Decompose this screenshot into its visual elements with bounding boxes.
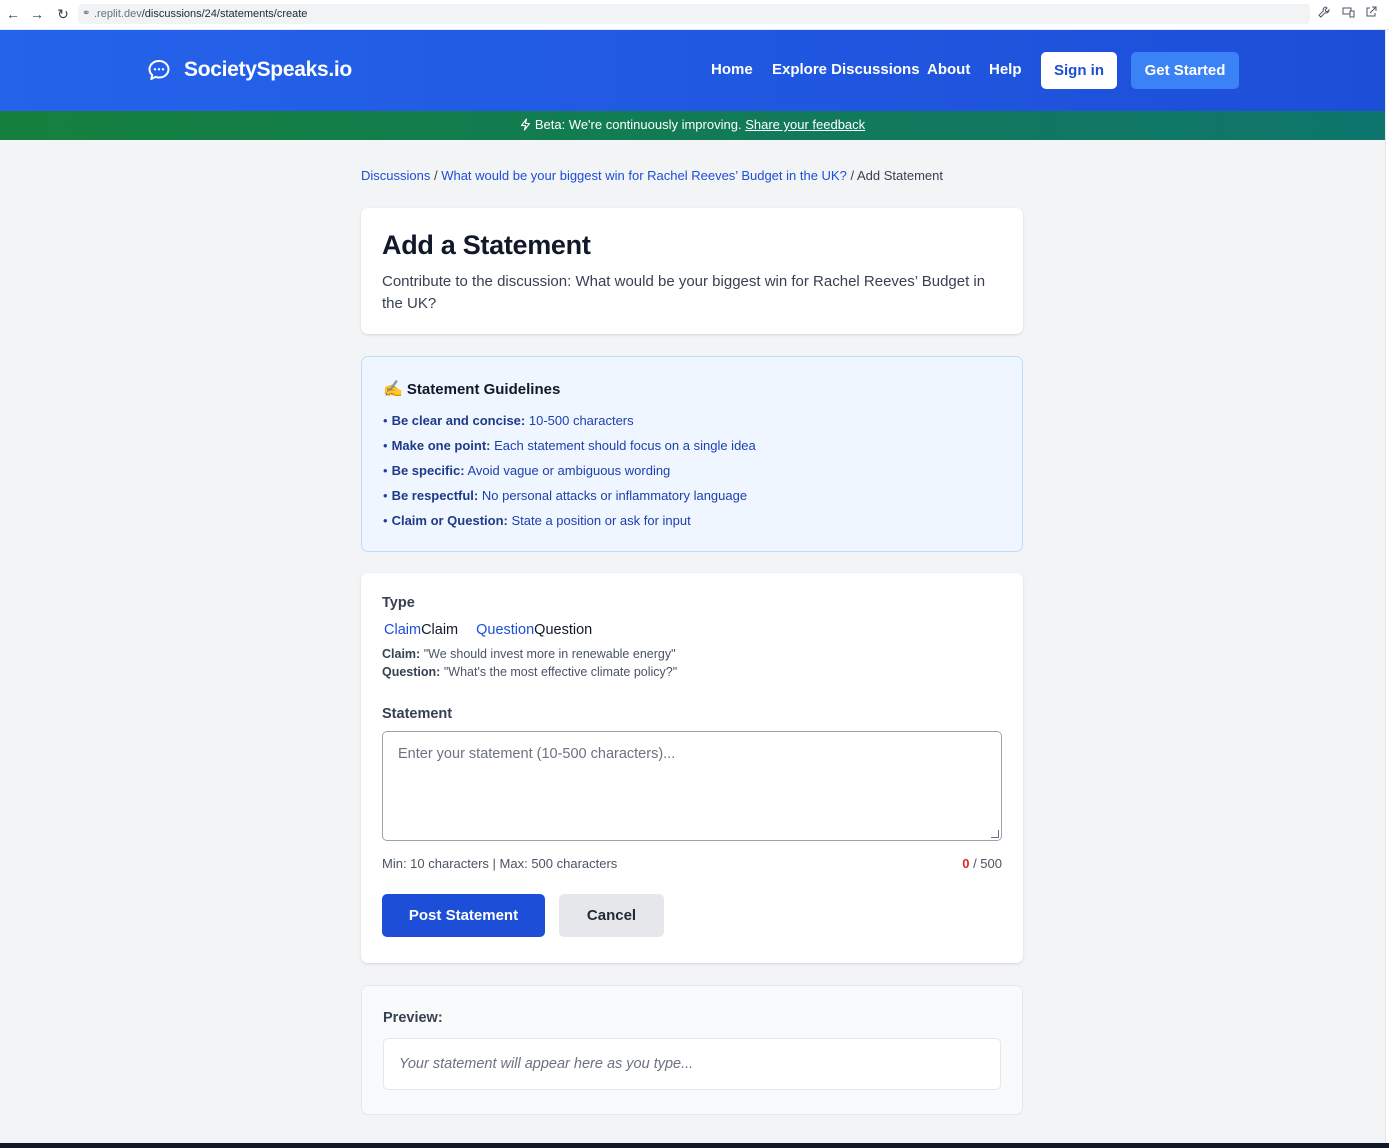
share-feedback-link[interactable]: Share your feedback [745, 117, 865, 132]
writing-hand-icon: ✍️ [383, 381, 403, 398]
footer-edge [0, 1143, 1389, 1148]
nav-help[interactable]: Help [989, 61, 1022, 78]
guideline-bold: Be specific: [391, 463, 465, 478]
question-example-label: Question: [382, 665, 441, 679]
resize-handle-icon[interactable] [991, 830, 999, 838]
character-counter: 0 / 500 [962, 856, 1002, 871]
beta-text: Beta: We're continuously improving. [534, 117, 742, 132]
external-link-icon[interactable] [1363, 5, 1379, 23]
statement-form: Type Claim Claim Question Question Claim: … [361, 573, 1023, 963]
devices-icon[interactable] [1340, 5, 1356, 23]
nav-about[interactable]: About [927, 61, 970, 78]
question-example-text: "What's the most effective climate polic… [443, 665, 678, 679]
guidelines-card: ✍️ Statement Guidelines • Be clear and co… [361, 356, 1023, 552]
preview-box: Your statement will appear here as you t… [383, 1038, 1001, 1090]
statement-placeholder: Enter your statement (10-500 characters)… [398, 746, 676, 762]
brand-name: SocietySpeaks.io [184, 58, 352, 81]
cancel-button[interactable]: Cancel [559, 894, 664, 937]
guideline-bold: Make one point: [391, 438, 491, 453]
breadcrumb-discussions[interactable]: Discussions [361, 168, 430, 183]
breadcrumb-discussion[interactable]: What would be your biggest win for Rache… [441, 168, 847, 183]
guideline-item: • Be respectful: No personal attacks or i… [383, 488, 748, 503]
back-icon[interactable]: ← [4, 5, 22, 23]
claim-example-label: Claim: [382, 647, 421, 661]
statement-label: Statement [382, 706, 453, 722]
claim-example-text: "We should invest more in renewable ener… [423, 647, 676, 661]
guidelines-list: • Be clear and concise: 10-500 characters… [383, 408, 1001, 533]
brand-logo[interactable]: SocietySpeaks.io [147, 58, 352, 82]
statement-textarea[interactable]: Enter your statement (10-500 characters)… [382, 731, 1002, 841]
preview-label: Preview: [383, 1010, 443, 1026]
nav-home[interactable]: Home [711, 61, 753, 78]
guideline-item: • Make one point: Each statement should f… [383, 438, 756, 453]
post-statement-button[interactable]: Post Statement [382, 894, 545, 937]
type-help: Claim: "We should invest more in renewab… [382, 645, 1002, 681]
guideline-item: • Claim or Question: State a position or … [383, 513, 691, 528]
guideline-item: • Be specific: Avoid vague or ambiguous w… [383, 463, 671, 478]
type-option-question[interactable]: Question Question [474, 622, 592, 638]
guideline-text: State a position or ask for input [511, 513, 691, 528]
site-header: SocietySpeaks.io Home Explore Discussion… [0, 30, 1385, 111]
url-host: .replit.dev [94, 8, 142, 20]
breadcrumb-current: Add Statement [856, 168, 943, 183]
page-subtitle: Contribute to the discussion: What would… [382, 273, 986, 312]
beta-banner: Beta: We're continuously improving. Shar… [0, 111, 1385, 140]
breadcrumb: Discussions / What would be your biggest… [361, 168, 943, 183]
reload-icon[interactable]: ↻ [54, 5, 72, 23]
guideline-text: Avoid vague or ambiguous wording [467, 463, 671, 478]
character-max: / 500 [969, 856, 1002, 871]
guidelines-heading: ✍️ Statement Guidelines [383, 379, 1001, 399]
guidelines-title: Statement Guidelines [406, 380, 561, 398]
form-actions: Post Statement Cancel [382, 894, 1002, 937]
browser-toolbar: ← → ↻ ⚭ .replit.dev/discussions/24/statem… [0, 0, 1389, 30]
guideline-bold: Be clear and concise: [391, 413, 526, 428]
breadcrumb-separator: / [430, 168, 442, 183]
title-card: Add a Statement Contribute to the discus… [361, 208, 1023, 334]
sign-in-button[interactable]: Sign in [1041, 52, 1117, 89]
question-radio-text[interactable]: Question [534, 622, 592, 638]
question-example: Question: "What's the most effective cli… [382, 663, 1002, 681]
type-radio-group: Claim Claim Question Question [382, 622, 1002, 638]
guideline-text: Each statement should focus on a single … [494, 438, 756, 453]
address-bar[interactable]: ⚭ .replit.dev/discussions/24/statements/c… [78, 4, 1310, 24]
link-icon: ⚭ [82, 8, 91, 19]
lightning-icon [520, 111, 531, 138]
wrench-icon[interactable] [1316, 5, 1332, 23]
forward-icon[interactable]: → [28, 5, 46, 23]
claim-radio-label[interactable]: Claim [384, 622, 421, 638]
claim-example: Claim: "We should invest more in renewab… [382, 645, 1002, 663]
guideline-item: • Be clear and concise: 10-500 characters [383, 413, 634, 428]
chat-bubble-icon [148, 60, 170, 80]
scrollbar[interactable] [1385, 30, 1389, 1143]
nav-explore-discussions[interactable]: Explore Discussions [772, 61, 920, 78]
guideline-bold: Be respectful: [391, 488, 479, 503]
page-title: Add a Statement [382, 230, 591, 260]
breadcrumb-separator: / [846, 168, 857, 183]
guideline-text: No personal attacks or inflammatory lang… [481, 488, 748, 503]
question-radio-label[interactable]: Question [476, 622, 534, 638]
preview-card: Preview: Your statement will appear here… [361, 985, 1023, 1115]
url-path: /discussions/24/statements/create [141, 8, 308, 20]
type-option-claim[interactable]: Claim Claim [382, 622, 458, 638]
guideline-text: 10-500 characters [528, 413, 634, 428]
character-counter-row: Min: 10 characters | Max: 500 characters… [382, 856, 1002, 871]
claim-radio-text[interactable]: Claim [421, 622, 458, 638]
get-started-button[interactable]: Get Started [1131, 52, 1239, 89]
type-label: Type [382, 595, 415, 611]
guideline-bold: Claim or Question: [391, 513, 508, 528]
character-limits: Min: 10 characters | Max: 500 characters [382, 856, 618, 871]
